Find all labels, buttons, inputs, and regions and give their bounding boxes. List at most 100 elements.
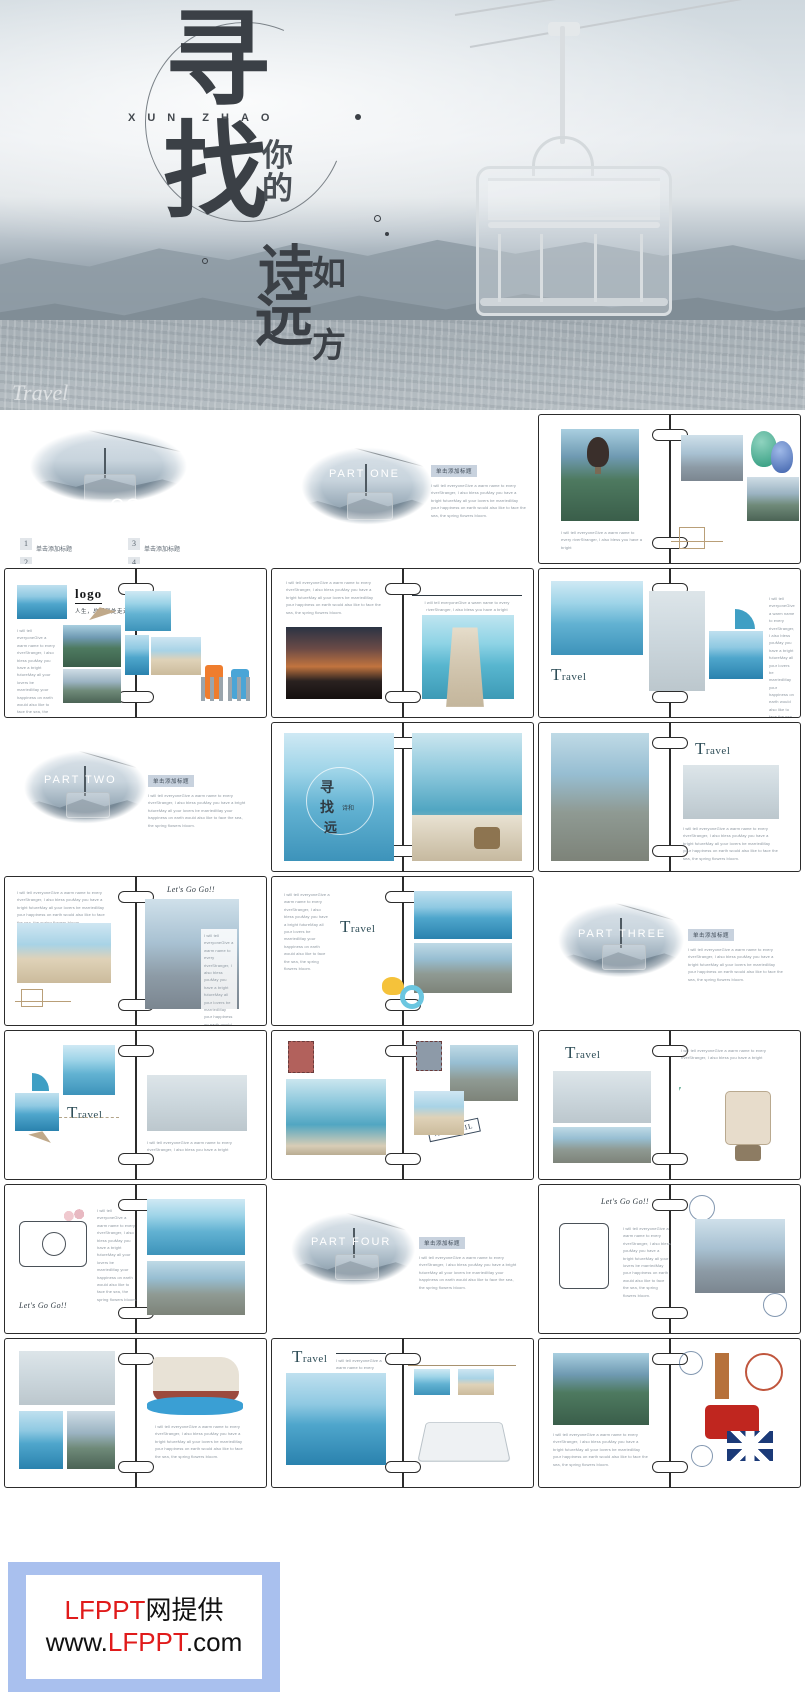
binder-rings <box>396 723 410 871</box>
ferris-wheel-icon <box>745 1353 783 1391</box>
cover-signature: Travel <box>12 380 68 406</box>
slide-airmail[interactable]: AIR MAIL <box>271 1030 534 1180</box>
title-rule <box>336 1353 386 1354</box>
photo-bicycle-street <box>695 1219 785 1293</box>
cover-word-ru: 如 <box>312 258 346 292</box>
watermark-brand: LFPPT <box>65 1595 146 1625</box>
travel-initial: T <box>340 917 351 936</box>
binder-rings <box>663 1339 677 1487</box>
slide-boat[interactable]: 寻 找 诗和 远 <box>271 722 534 872</box>
binder-rings <box>129 1031 143 1179</box>
toc-item-2[interactable]: 2 单击添加标题 Click add a title <box>20 557 73 564</box>
dot-filled-right <box>355 114 361 120</box>
lets-go-script: Let's Go Go!! <box>601 1197 649 1206</box>
slide-sunset-pier[interactable]: I will tell everyoneGive a warm name to … <box>271 568 534 718</box>
slide-thumbnail-grid: CONTENTS 1 单击添加标题 Click add a title 2 单击… <box>0 410 805 1492</box>
photo-beach-top <box>147 1199 245 1255</box>
sketch-lighthouse-icon <box>679 527 705 549</box>
travel-rest: ravel <box>351 923 375 935</box>
photo-caption: I will tell everyoneGive a warm name to … <box>561 529 643 551</box>
body-text: I will tell everyoneGive a warm name to … <box>683 825 779 862</box>
slide-travel-clothesline[interactable]: Travel I will tell everyoneGive a warm n… <box>271 1338 534 1488</box>
watermark-url-suffix: .com <box>186 1627 242 1657</box>
photo-sea-small <box>15 1093 59 1131</box>
union-jack-icon <box>727 1431 773 1461</box>
cover-word-fang: 方 <box>312 330 346 364</box>
slide-part-three[interactable]: PART THREE 单击添加标题 I will tell everyoneGi… <box>538 876 801 1026</box>
travel-rest: ravel <box>706 745 730 757</box>
left-body-text: I will tell everyoneGive a warm name to … <box>17 889 111 926</box>
slide-travel-paperplane[interactable]: Travel I will tell everyoneGive a warm n… <box>4 1030 267 1180</box>
binder-rings <box>129 877 143 1025</box>
photo-pegged-2 <box>458 1369 494 1395</box>
photo-wooden-pier <box>422 615 514 699</box>
travel-initial: T <box>551 665 562 684</box>
dot-outline-left <box>202 258 208 264</box>
photo-balloon-blue <box>771 441 793 473</box>
right-caption: I will tell everyoneGive a warm name to … <box>412 599 522 614</box>
slide-travel-duck[interactable]: I will tell everyoneGive a warm name to … <box>271 876 534 1026</box>
binder-rings <box>129 1339 143 1487</box>
photo-ridge <box>63 669 121 703</box>
travel-initial: T <box>565 1043 576 1062</box>
slide-lets-go-beach[interactable]: I will tell everyoneGive a warm name to … <box>4 876 267 1026</box>
slide-cruise-ship[interactable]: I will tell everyoneGive a warm name to … <box>4 1338 267 1488</box>
body-text: I will tell everyoneGive a warm name to … <box>97 1207 137 1303</box>
photo-sunset-palms <box>286 627 382 699</box>
travel-heading: Travel <box>695 739 730 759</box>
slide-contents[interactable]: CONTENTS 1 单击添加标题 Click add a title 2 单击… <box>4 414 267 564</box>
body-text: I will tell everyoneGive a warm name to … <box>623 1225 671 1299</box>
slide-balloons[interactable]: I will tell everyoneGive a warm name to … <box>538 414 801 564</box>
boat-word-1: 寻 <box>320 777 334 797</box>
slide-camera[interactable]: Let's Go Go!! I will tell everyoneGive a… <box>4 1184 267 1334</box>
binder-rings <box>396 1031 410 1179</box>
travel-rest: ravel <box>562 671 586 683</box>
slide-part-four[interactable]: PART FOUR 单击添加标题 I will tell everyoneGiv… <box>271 1184 534 1334</box>
slide-part-one[interactable]: PART ONE 单击添加标题 I will tell everyoneGive… <box>271 414 534 564</box>
ship-water-icon <box>147 1397 243 1415</box>
toc-number: 4 <box>128 557 140 564</box>
heartbeat-line <box>15 1001 71 1002</box>
postmark-icon-2 <box>763 1293 787 1317</box>
section-title-badge: 单击添加标题 <box>688 929 734 941</box>
left-body-text: I will tell everyoneGive a warm name to … <box>284 891 330 972</box>
contents-heading: CONTENTS <box>110 496 231 518</box>
cruise-ship-icon <box>153 1357 239 1401</box>
photo-blue-water <box>125 591 171 631</box>
boat-word-3: 诗和 <box>342 803 354 812</box>
photo-island <box>125 635 149 675</box>
travel-heading: Travel <box>551 665 586 685</box>
suitcase-icon <box>725 1091 771 1145</box>
slide-travel-suitcase[interactable]: Travel I will tell everyoneGive a warm n… <box>538 1030 801 1180</box>
watermark-url-prefix: www. <box>46 1627 108 1657</box>
clothesline-string <box>408 1365 516 1366</box>
section-body-text: I will tell everyoneGive a warm name to … <box>148 792 248 829</box>
travel-initial: T <box>695 739 706 758</box>
toc-number: 2 <box>20 557 32 564</box>
right-body-text: I will tell everyoneGive a warm name to … <box>201 929 237 1026</box>
photo-pebbles <box>553 1127 651 1163</box>
travel-heading: Travel <box>565 1043 600 1063</box>
photo-pebble-beach <box>551 733 649 861</box>
photo-boat-deck <box>412 733 522 861</box>
slide-travel-umbrella[interactable]: Travel I will tell everyoneGive a warm n… <box>538 568 801 718</box>
toc-number: 1 <box>20 538 32 550</box>
slide-london-bus[interactable]: I will tell everyoneGive a warm name to … <box>538 1338 801 1488</box>
photo-sea-horizon: 寻 找 诗和 远 <box>284 733 394 861</box>
beach-umbrella-icon <box>715 609 755 629</box>
boat-word-4: 远 <box>324 817 337 836</box>
photo-dunes <box>151 637 201 675</box>
slide-travel-pebble[interactable]: Travel I will tell everyoneGive a warm n… <box>538 722 801 872</box>
slide-luggage-bike[interactable]: Let's Go Go!! I will tell everyoneGive a… <box>538 1184 801 1334</box>
heartbeat-line <box>671 541 723 542</box>
slide-part-two[interactable]: PART TWO 单击添加标题 I will tell everyoneGive… <box>4 722 267 872</box>
photo-empty-beach <box>17 923 111 983</box>
logo-body-text: I will tell everyoneGive a warm name to … <box>17 627 57 718</box>
slide-logo[interactable]: logo 人生，总要到处走走 I will tell everyoneGive … <box>4 568 267 718</box>
postmark-icon-2 <box>691 1445 713 1467</box>
toc-item-4[interactable]: 4 单击添加标题 Click add a title <box>128 557 181 564</box>
travel-rest: ravel <box>78 1109 102 1121</box>
photo-beach-umbrellas <box>414 1091 464 1135</box>
photo-mountain-lake <box>63 625 121 667</box>
postage-stamp-icon-2 <box>416 1041 442 1071</box>
